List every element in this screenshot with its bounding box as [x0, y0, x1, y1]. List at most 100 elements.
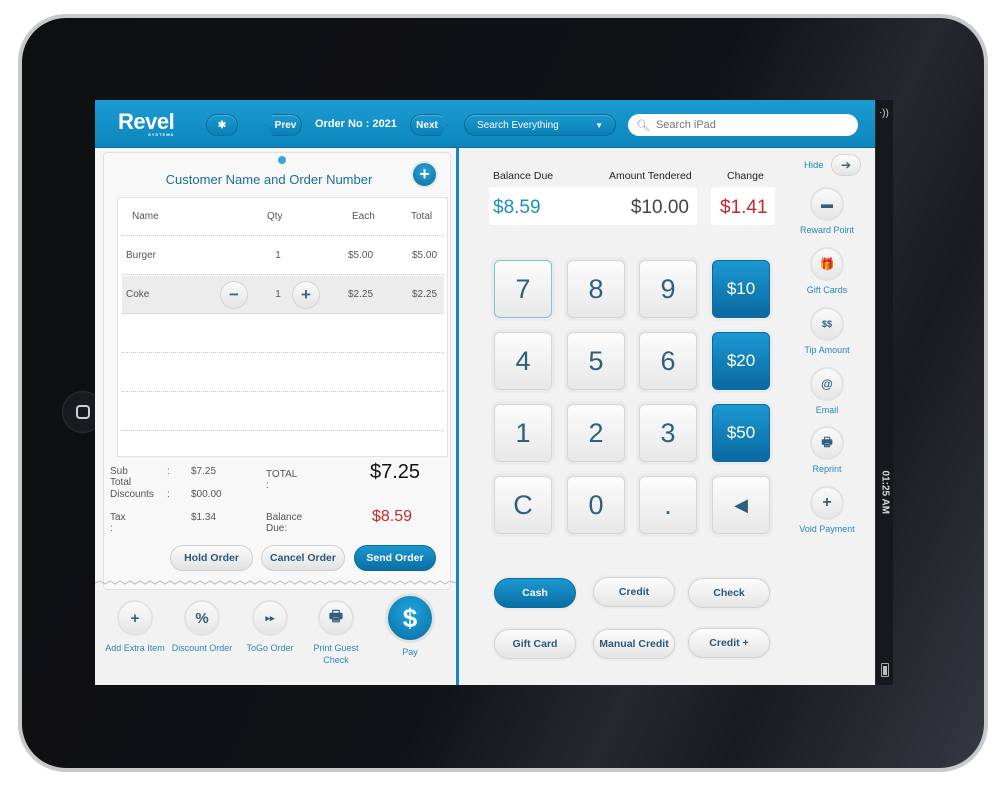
decrease-qty-button[interactable]: −: [220, 281, 248, 309]
digit-6-key[interactable]: 6: [639, 332, 697, 390]
amount-tendered-heading: Amount Tendered: [609, 170, 692, 182]
col-name: Name: [132, 211, 159, 222]
arrow-right-icon: ➔: [840, 158, 852, 172]
home-square-icon: [76, 405, 90, 419]
digit-9-key[interactable]: 9: [639, 260, 697, 318]
print-guest-check-button[interactable]: 🖶 Print Guest Check: [301, 600, 371, 666]
search-field[interactable]: 🔍︎: [628, 114, 858, 136]
email-button[interactable]: @ Email: [792, 367, 862, 415]
digit-0-key[interactable]: 0: [567, 476, 625, 534]
payment-method-check[interactable]: Check: [688, 578, 770, 608]
digit-1-key[interactable]: 1: [494, 404, 552, 462]
search-scope-dropdown[interactable]: Search Everything ▼: [464, 114, 616, 136]
logo-text: Revel: [118, 109, 175, 134]
togo-order-button[interactable]: ▸▸ ToGo Order: [235, 600, 305, 654]
percent-icon: %: [184, 600, 220, 636]
item-qty: 1: [275, 250, 281, 261]
hide-sidebar-button[interactable]: ➔: [831, 154, 861, 176]
payment-method-cash[interactable]: Cash: [494, 578, 576, 608]
payment-method-credit[interactable]: Credit: [593, 577, 675, 607]
side-tool-label: Void Payment: [799, 524, 855, 534]
top-bar: Revel SYSTEMS ✱ Prev Order No : 2021 Next…: [95, 100, 875, 148]
status-time: 01:25 AM: [879, 470, 891, 515]
plus-icon: +: [117, 600, 153, 636]
side-tool-label: Gift Cards: [806, 285, 848, 295]
total-label: TOTAL :: [266, 469, 297, 491]
tool-label: Add Extra Item: [105, 643, 165, 653]
balance-due-label: Balance Due:: [266, 512, 303, 534]
at-icon: @: [810, 367, 844, 401]
item-name: Burger: [126, 250, 157, 261]
empty-row: [122, 315, 444, 353]
digit-5-key[interactable]: 5: [567, 332, 625, 390]
side-tool-label: Tip Amount: [804, 345, 850, 355]
hold-order-button[interactable]: Hold Order: [170, 545, 253, 571]
change-value: $1.41: [720, 197, 768, 218]
next-order-button[interactable]: Next: [410, 114, 448, 136]
subtotal-value: $7.25: [191, 466, 217, 477]
item-total: $2.25: [412, 289, 438, 300]
pos-screen: Revel SYSTEMS ✱ Prev Order No : 2021 Next…: [95, 100, 875, 685]
clear-key[interactable]: C: [494, 476, 552, 534]
caret-down-icon: ▼: [595, 120, 603, 130]
gift-icon: 🎁: [810, 247, 844, 281]
side-tool-label: Email: [815, 405, 839, 415]
digit-4-key[interactable]: 4: [494, 332, 552, 390]
printer-icon: 🖶: [318, 600, 354, 636]
hide-label: Hide: [804, 160, 824, 171]
backspace-key[interactable]: ◀: [712, 476, 770, 534]
tax-value: $1.34: [191, 512, 217, 523]
order-tools: + Add Extra Item % Discount Order ▸▸ ToG…: [95, 590, 456, 685]
printer-icon: 🖶: [810, 426, 844, 460]
payment-method-gift-card[interactable]: Gift Card: [494, 629, 576, 659]
order-items-table: Name Qty Each Total Burger 1 $5.00 $5.00…: [117, 197, 448, 457]
tool-label: Discount Order: [171, 643, 233, 653]
col-each: Each: [352, 211, 375, 222]
tip-amount-button[interactable]: $$ Tip Amount: [792, 307, 862, 355]
customer-order-title[interactable]: Customer Name and Order Number: [104, 172, 452, 187]
send-order-button[interactable]: Send Order: [354, 545, 436, 571]
item-each: $2.25: [348, 289, 374, 300]
search-scope-label: Search Everything: [477, 119, 559, 131]
battery-icon: [881, 663, 889, 677]
quick-cash-50-key[interactable]: $50: [712, 404, 770, 462]
balance-due-heading: Balance Due: [493, 170, 554, 182]
increase-qty-button[interactable]: +: [292, 281, 320, 309]
tool-label: Print Guest Check: [313, 643, 359, 665]
digit-2-key[interactable]: 2: [567, 404, 625, 462]
payment-method-credit-plus[interactable]: Credit +: [688, 628, 770, 658]
item-each: $5.00: [348, 250, 374, 261]
pay-button[interactable]: $ Pay: [375, 593, 445, 658]
quick-cash-10-key[interactable]: $10: [712, 260, 770, 318]
prev-order-button[interactable]: Prev: [265, 114, 302, 136]
side-tool-label: Reprint: [812, 464, 842, 474]
search-input[interactable]: [655, 119, 836, 131]
empty-row: [122, 393, 444, 431]
change-heading: Change: [727, 170, 764, 182]
status-bar: ⋅)) 01:25 AM: [875, 100, 893, 685]
digit-7-key[interactable]: 7: [494, 260, 552, 318]
quick-cash-20-key[interactable]: $20: [712, 332, 770, 390]
add-extra-item-button[interactable]: + Add Extra Item: [100, 600, 170, 654]
payment-method-manual-credit[interactable]: Manual Credit: [593, 629, 675, 659]
colon: :: [167, 489, 170, 500]
tender-box: $8.59 $10.00: [489, 187, 697, 225]
amount-tendered-value[interactable]: $10.00: [631, 197, 689, 219]
table-row[interactable]: Coke − 1 + $2.25 $2.25: [122, 276, 444, 314]
discount-order-button[interactable]: % Discount Order: [167, 600, 237, 654]
reprint-button[interactable]: 🖶 Reprint: [792, 426, 862, 474]
digit-8-key[interactable]: 8: [567, 260, 625, 318]
add-customer-button[interactable]: +: [411, 161, 438, 188]
reward-point-button[interactable]: ▬ Reward Point: [792, 187, 862, 235]
tool-label: ToGo Order: [246, 643, 294, 653]
gift-cards-button[interactable]: 🎁 Gift Cards: [792, 247, 862, 295]
table-row[interactable]: Burger 1 $5.00 $5.00: [122, 237, 444, 275]
cancel-order-button[interactable]: Cancel Order: [261, 545, 345, 571]
digit-3-key[interactable]: 3: [639, 404, 697, 462]
void-payment-button[interactable]: + Void Payment: [792, 486, 862, 534]
settings-button[interactable]: ✱: [206, 114, 238, 136]
plus-icon: +: [810, 486, 844, 520]
decimal-key[interactable]: .: [639, 476, 697, 534]
tax-label: Tax :: [110, 512, 126, 534]
plus-icon: +: [419, 164, 430, 184]
